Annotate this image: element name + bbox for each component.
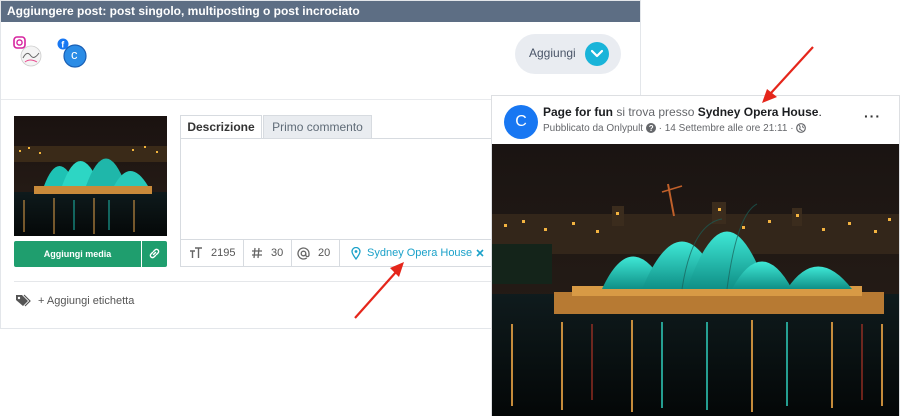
add-link-button[interactable] bbox=[142, 241, 167, 267]
media-thumbnail[interactable] bbox=[14, 116, 167, 236]
tab-description[interactable]: Descrizione bbox=[180, 115, 262, 139]
counter-divider bbox=[243, 240, 244, 266]
instagram-account[interactable] bbox=[13, 36, 45, 68]
hashtag-icon bbox=[252, 247, 262, 259]
facebook-post-preview: C Page for fun si trova presso Sydney Op… bbox=[491, 95, 900, 416]
counter-divider bbox=[291, 240, 292, 266]
add-media-button[interactable]: Aggiungi media bbox=[14, 241, 141, 267]
post-header-line: Page for fun si trova presso Sydney Oper… bbox=[543, 105, 822, 119]
tag-icon bbox=[16, 294, 31, 307]
page-name[interactable]: Page for fun bbox=[543, 105, 613, 119]
published-by: Pubblicato da Onlypult bbox=[543, 123, 644, 134]
location-connector: si trova presso bbox=[613, 105, 698, 119]
svg-text:?: ? bbox=[649, 124, 654, 133]
hashtag-count: 30 bbox=[271, 247, 284, 259]
location-suffix: . bbox=[818, 105, 822, 119]
editor-counters-bar: 2195 30 20 Sydney Opera House bbox=[180, 239, 492, 267]
description-textarea[interactable] bbox=[180, 138, 492, 239]
instagram-icon bbox=[13, 36, 42, 67]
account-avatar-letter: c bbox=[71, 47, 78, 62]
question-icon[interactable]: ? bbox=[645, 123, 656, 133]
add-tag-label: + Aggiungi etichetta bbox=[38, 295, 135, 307]
editor-title: Aggiungere post: post singolo, multipost… bbox=[1, 1, 640, 22]
text-size-icon bbox=[190, 247, 202, 258]
add-post-label: Aggiungi bbox=[529, 46, 576, 60]
post-date[interactable]: · 14 Settembre alle ore 21:11 · bbox=[659, 123, 794, 134]
page-avatar[interactable]: C bbox=[504, 105, 538, 139]
post-location[interactable]: Sydney Opera House bbox=[698, 105, 819, 119]
location-label: Sydney Opera House bbox=[367, 247, 473, 259]
mention-count: 20 bbox=[318, 247, 331, 259]
post-meta-line: Pubblicato da Onlypult ? · 14 Settembre … bbox=[543, 123, 807, 134]
counter-divider bbox=[339, 240, 340, 266]
remove-location-button[interactable] bbox=[476, 240, 484, 266]
tab-first-comment[interactable]: Primo commento bbox=[263, 115, 372, 139]
opera-house-thumbnail-image bbox=[14, 116, 167, 236]
link-icon bbox=[149, 248, 160, 259]
opera-house-photo-image bbox=[492, 144, 899, 416]
char-count: 2195 bbox=[211, 247, 236, 259]
add-dropdown-toggle[interactable] bbox=[585, 42, 609, 66]
facebook-account[interactable]: f c bbox=[57, 38, 89, 70]
close-icon bbox=[476, 249, 484, 257]
account-selector: f c Aggiungi bbox=[1, 22, 640, 100]
post-photo[interactable] bbox=[492, 144, 899, 416]
globe-icon bbox=[796, 123, 807, 133]
at-icon bbox=[297, 247, 310, 260]
chevron-down-icon bbox=[591, 49, 603, 58]
post-menu-button[interactable]: ··· bbox=[864, 108, 881, 124]
location-pin-icon bbox=[351, 247, 361, 260]
add-post-button[interactable]: Aggiungi bbox=[515, 34, 621, 74]
